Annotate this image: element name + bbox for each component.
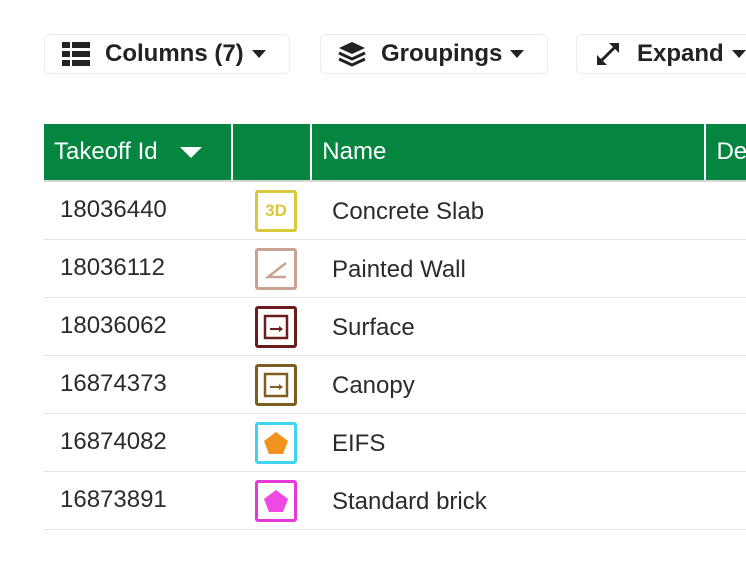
column-header-description[interactable]: De	[706, 124, 746, 180]
columns-button-label: Columns (7)	[105, 40, 244, 67]
expand-button[interactable]: Expand	[576, 34, 746, 74]
groupings-button-label: Groupings	[381, 40, 503, 67]
column-header-label: De	[716, 138, 746, 165]
column-header-icon[interactable]	[233, 124, 313, 180]
grid-body: 18036440 3D Concrete Slab 18036112 Paint…	[44, 182, 746, 530]
takeoff-id-cell: 16874373	[60, 369, 167, 397]
takeoff-id-cell: 18036112	[60, 253, 165, 281]
sort-descending-icon[interactable]	[179, 146, 202, 158]
name-cell: Canopy	[332, 371, 415, 399]
column-header-takeoff-id[interactable]: Takeoff Id	[44, 124, 234, 180]
takeoff-id-cell: 18036440	[60, 195, 167, 223]
name-cell: Painted Wall	[332, 255, 466, 283]
pentagon-icon	[255, 479, 297, 522]
takeoff-id-cell: 16874082	[60, 427, 167, 455]
columns-button[interactable]: Columns (7)	[44, 34, 290, 74]
grid-toolbar: Columns (7) Groupings Expand	[0, 0, 746, 110]
area-arrow-icon	[255, 305, 297, 348]
pentagon-icon	[255, 421, 297, 464]
table-row[interactable]: 16874082 EIFS	[44, 414, 746, 472]
area-arrow-icon	[255, 363, 297, 406]
chevron-down-icon	[510, 50, 525, 58]
table-row[interactable]: 18036440 3D Concrete Slab	[44, 182, 746, 240]
takeoff-grid: Takeoff Id Name De 18036440 3D Concrete …	[44, 124, 746, 530]
table-row[interactable]: 16873891 Standard brick	[44, 472, 746, 530]
table-row[interactable]: 18036062 Surface	[44, 298, 746, 356]
chevron-down-icon	[731, 50, 746, 58]
name-cell: Surface	[332, 313, 415, 341]
column-header-label: Name	[322, 138, 387, 165]
expand-arrows-icon	[593, 41, 623, 67]
3d-volume-icon: 3D	[255, 189, 297, 232]
column-header-label: Takeoff Id	[54, 138, 158, 165]
angle-linear-icon	[255, 247, 297, 290]
name-cell: Concrete Slab	[332, 197, 485, 225]
3d-label: 3D	[265, 200, 287, 220]
groupings-button[interactable]: Groupings	[320, 34, 548, 74]
layers-icon	[337, 41, 367, 67]
column-header-name[interactable]: Name	[312, 124, 707, 180]
grid-header: Takeoff Id Name De	[44, 124, 746, 182]
expand-button-label: Expand	[637, 40, 724, 67]
name-cell: Standard brick	[332, 487, 487, 515]
table-row[interactable]: 18036112 Painted Wall	[44, 240, 746, 298]
table-row[interactable]: 16874373 Canopy	[44, 356, 746, 414]
chevron-down-icon	[251, 50, 266, 58]
takeoff-id-cell: 16873891	[60, 485, 167, 513]
table-columns-icon	[61, 41, 91, 67]
takeoff-id-cell: 18036062	[60, 311, 167, 339]
name-cell: EIFS	[332, 429, 386, 457]
